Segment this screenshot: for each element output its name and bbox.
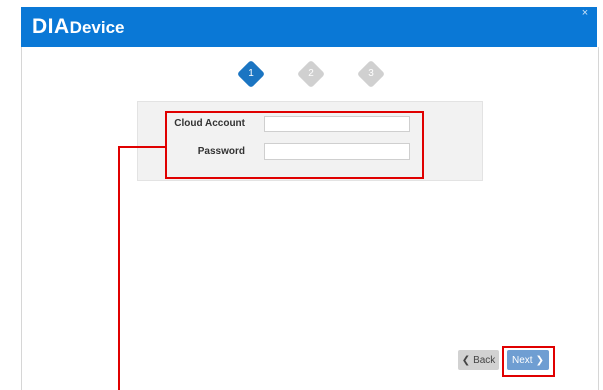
wizard-content (21, 47, 599, 390)
step-3-number: 3 (368, 68, 374, 79)
step-1-number: 1 (248, 68, 254, 79)
close-icon[interactable]: × (579, 7, 591, 19)
logo-dia-text: DIA (32, 15, 70, 38)
annotation-line-vertical (118, 146, 120, 390)
annotation-box-next (502, 346, 555, 377)
app-header: DIADevice × (21, 7, 597, 47)
window-left-edge (0, 0, 21, 390)
back-button-label: Back (473, 354, 496, 366)
annotation-box-form (165, 111, 424, 179)
annotation-line-horizontal (118, 146, 166, 148)
chevron-left-icon: ❮ (461, 354, 471, 366)
step-2-number: 2 (308, 68, 314, 79)
step-3-indicator: 3 (356, 59, 386, 89)
back-button[interactable]: ❮ Back (458, 350, 499, 370)
step-1-indicator: 1 (236, 59, 266, 89)
logo-device-text: Device (69, 18, 125, 37)
app-logo: DIADevice (32, 15, 125, 39)
step-2-indicator: 2 (296, 59, 326, 89)
